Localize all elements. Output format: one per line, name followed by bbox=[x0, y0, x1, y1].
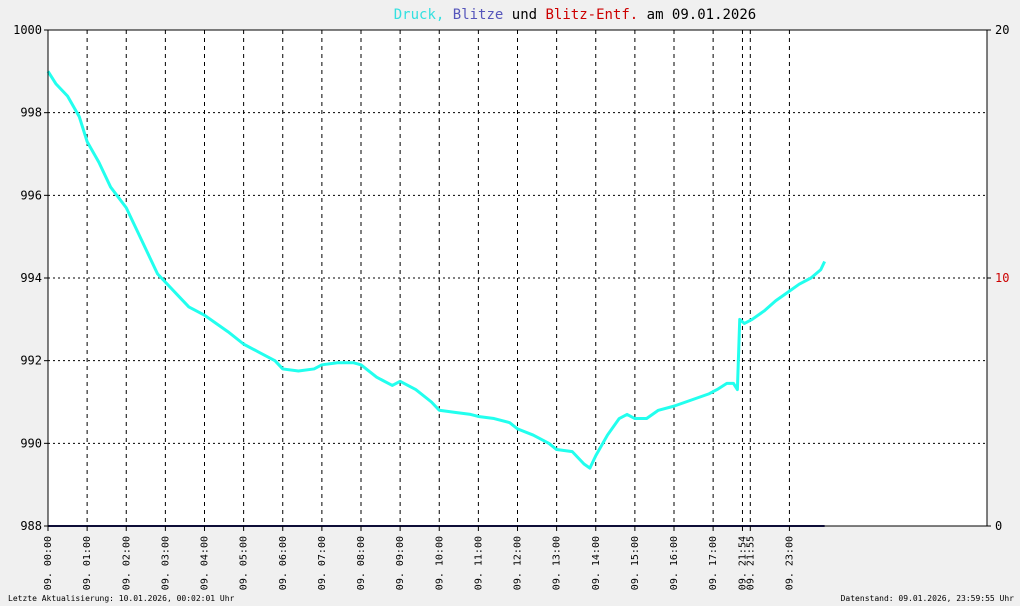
x-tick-label: 09. 00:00 bbox=[43, 536, 54, 590]
x-tick-label: 09. 04:00 bbox=[200, 536, 211, 590]
title-part-2: Blitze bbox=[453, 7, 504, 23]
x-tick-label: 09. 02:00 bbox=[121, 536, 132, 590]
y-right-tick-label: 20 bbox=[995, 23, 1009, 37]
x-tick-label: 09. 11:00 bbox=[473, 536, 484, 590]
x-tick-label: 09. 17:00 bbox=[708, 536, 719, 590]
y-left-tick-label: 988 bbox=[20, 519, 42, 533]
y-right-tick-label: 0 bbox=[995, 519, 1002, 533]
y-axis-right: 20 10 0 bbox=[987, 23, 1009, 533]
y-left-tick-label: 996 bbox=[20, 188, 42, 202]
title-part-1: , bbox=[436, 7, 453, 23]
x-tick-label: 09. 06:00 bbox=[278, 536, 289, 590]
x-tick-label: 09. 09:00 bbox=[395, 536, 406, 590]
y-left-tick-label: 990 bbox=[20, 436, 42, 450]
footer-last-update: Letzte Aktualisierung: 10.01.2026, 00:02… bbox=[8, 594, 235, 603]
x-tick-label: 09. 21:55 bbox=[745, 536, 756, 590]
title-part-3: und bbox=[503, 7, 545, 23]
y-right-tick-label: 10 bbox=[995, 271, 1009, 285]
x-tick-label: 09. 13:00 bbox=[552, 536, 563, 590]
x-tick-label: 09. 03:00 bbox=[160, 536, 171, 590]
y-left-tick-label: 994 bbox=[20, 271, 42, 285]
pressure-chart: Druck, Blitze und Blitz-Entf. am 09.01.2… bbox=[8, 7, 1015, 603]
y-left-tick-label: 998 bbox=[20, 106, 42, 120]
x-tick-label: 09. 12:00 bbox=[513, 536, 524, 590]
x-tick-label: 09. 01:00 bbox=[82, 536, 93, 590]
x-tick-label: 09. 07:00 bbox=[317, 536, 328, 590]
chart-title: Druck, Blitze und Blitz-Entf. am 09.01.2… bbox=[394, 7, 756, 23]
title-part-0: Druck bbox=[394, 7, 437, 23]
x-tick-label: 09. 08:00 bbox=[356, 536, 367, 590]
x-axis: 09. 00:00 09. 01:00 09. 02:00 09. 03:00 09. … bbox=[43, 526, 795, 590]
x-tick-label: 09. 14:00 bbox=[591, 536, 602, 590]
x-tick-label: 09. 15:00 bbox=[630, 536, 641, 590]
y-axis-left: 1000 998 996 994 992 990 988 bbox=[13, 23, 48, 533]
x-tick-label: 09. 05:00 bbox=[239, 536, 250, 590]
x-tick-label: 09. 16:00 bbox=[669, 536, 680, 590]
y-left-tick-label: 1000 bbox=[13, 23, 42, 37]
x-tick-label: 09. 23:00 bbox=[784, 536, 795, 590]
title-part-4: Blitz-Entf. bbox=[546, 7, 639, 23]
footer-data-status: Datenstand: 09.01.2026, 23:59:55 Uhr bbox=[841, 594, 1015, 603]
title-part-5: am 09.01.2026 bbox=[638, 7, 756, 23]
x-tick-label: 09. 10:00 bbox=[434, 536, 445, 590]
y-left-tick-label: 992 bbox=[20, 354, 42, 368]
